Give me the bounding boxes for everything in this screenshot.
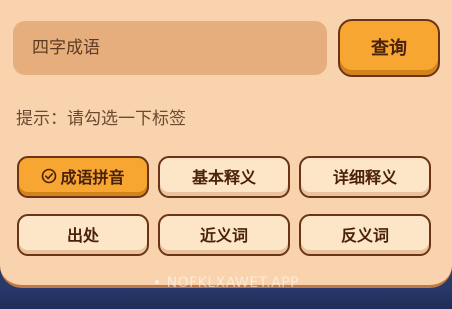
tag-option-pinyin[interactable]: 成语拼音 xyxy=(17,156,149,198)
search-input[interactable] xyxy=(13,21,327,75)
tag-option-label: 成语拼音 xyxy=(60,168,125,187)
tag-option-label: 基本释义 xyxy=(191,168,256,187)
query-button[interactable]: 查询 xyxy=(338,19,440,77)
tag-option-antonyms[interactable]: 反义词 xyxy=(299,214,431,256)
tag-option-label: 出处 xyxy=(66,226,99,245)
watermark: • NOFKLXAWET.APP xyxy=(152,275,300,291)
tag-option-basic-meaning[interactable]: 基本释义 xyxy=(158,156,290,198)
hint-text: 提示：请勾选一下标签 xyxy=(16,109,186,129)
tag-option-synonyms[interactable]: 近义词 xyxy=(158,214,290,256)
background-starfield xyxy=(0,288,452,309)
tag-option-label: 近义词 xyxy=(199,226,248,245)
check-circle-icon xyxy=(42,168,57,184)
tag-option-label: 反义词 xyxy=(340,226,389,245)
search-panel: 查询 提示：请勾选一下标签 成语拼音 基本释义 详细释义 出处 近义词 反义词 xyxy=(0,0,452,288)
tag-option-detailed-meaning[interactable]: 详细释义 xyxy=(299,156,431,198)
tag-option-source[interactable]: 出处 xyxy=(17,214,149,256)
tag-option-label: 详细释义 xyxy=(332,168,397,187)
